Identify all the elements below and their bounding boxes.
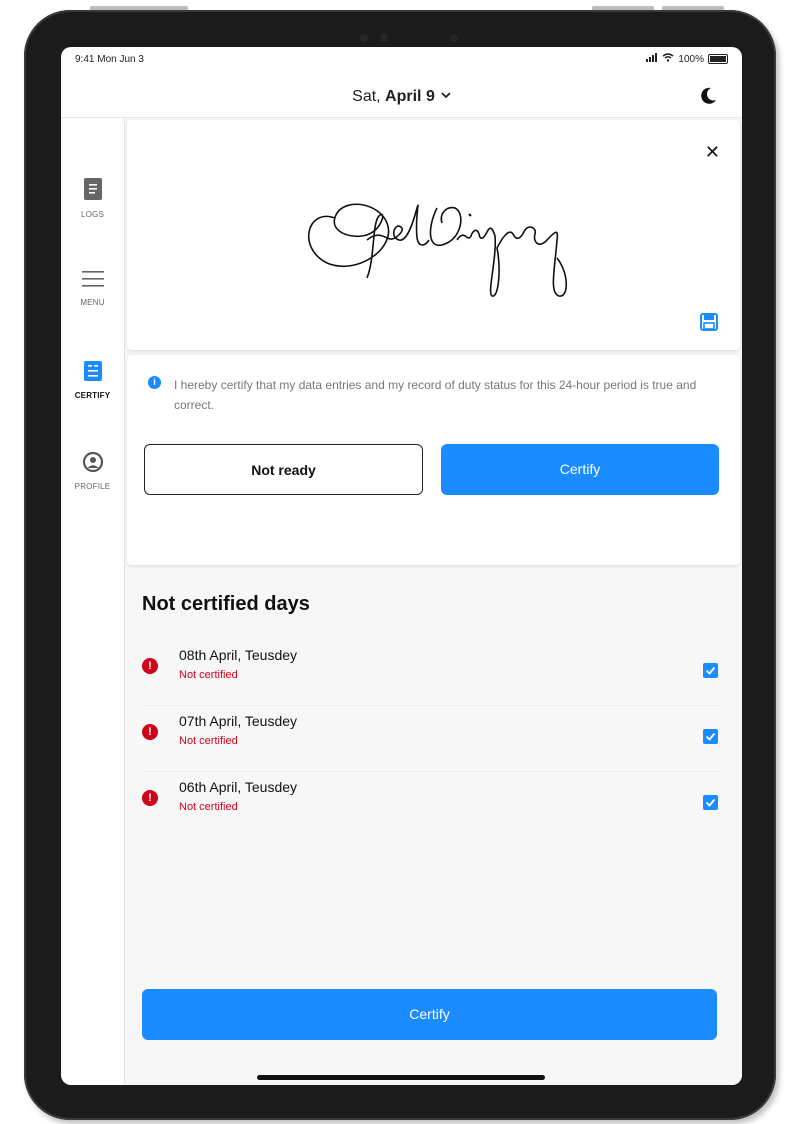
date-prefix: Sat,	[352, 88, 386, 105]
moon-icon[interactable]	[698, 86, 718, 106]
day-date: 06th April, Teusdey	[179, 779, 298, 795]
battery-icon	[708, 54, 728, 64]
day-status: Not certified	[179, 669, 238, 681]
signature-card: ✕	[127, 120, 740, 350]
profile-icon	[82, 451, 103, 473]
sidebar-item-label: MENU	[80, 298, 105, 307]
certify-button[interactable]: Certify	[441, 444, 719, 495]
date-selector[interactable]: Sat, April 9	[61, 88, 742, 106]
list-item[interactable]: ! 06th April, Teusdey Not certified	[142, 773, 720, 837]
sidebar-item-certify[interactable]: CERTIFY	[61, 361, 124, 400]
wifi-icon	[662, 53, 674, 65]
menu-icon	[81, 271, 104, 287]
header: Sat, April 9	[61, 77, 742, 118]
list-item[interactable]: ! 07th April, Teusdey Not certified	[142, 707, 720, 772]
date-main: April 9	[385, 88, 435, 105]
not-certified-title: Not certified days	[142, 593, 310, 615]
checkmark-icon	[705, 732, 716, 741]
alert-icon: !	[142, 658, 158, 674]
day-date: 08th April, Teusdey	[179, 647, 298, 663]
day-status: Not certified	[179, 801, 238, 813]
day-checkbox[interactable]	[703, 663, 718, 678]
list-item[interactable]: ! 08th April, Teusdey Not certified	[142, 641, 720, 706]
day-checkbox[interactable]	[703, 795, 718, 810]
camera-dot	[450, 34, 458, 42]
sidebar-item-menu[interactable]: MENU	[61, 270, 124, 307]
signature-image	[308, 203, 568, 297]
sidebar: LOGS MENU CERTIFY PROFILE	[61, 118, 125, 1085]
status-indicators: 100%	[646, 53, 728, 65]
home-indicator[interactable]	[257, 1075, 545, 1080]
sidebar-item-label: PROFILE	[74, 482, 111, 491]
camera-dot	[360, 34, 368, 42]
battery-percent: 100%	[678, 53, 704, 65]
screen: 9:41 Mon Jun 3 100% Sat, April 9 LOGS ME…	[61, 47, 742, 1085]
sidebar-item-profile[interactable]: PROFILE	[61, 451, 124, 491]
camera-dot	[380, 34, 388, 42]
checkmark-icon	[705, 666, 716, 675]
sidebar-item-label: LOGS	[80, 210, 105, 219]
signal-icon	[646, 53, 658, 65]
day-date: 07th April, Teusdey	[179, 713, 298, 729]
day-status: Not certified	[179, 735, 238, 747]
save-icon[interactable]	[700, 313, 718, 331]
certify-statement: I hereby certify that my data entries an…	[174, 378, 697, 412]
chevron-down-icon	[441, 90, 451, 102]
main-content: ✕ i I hereby certify that my data entrie…	[125, 118, 742, 1085]
certify-icon	[83, 361, 102, 381]
day-checkbox[interactable]	[703, 729, 718, 744]
alert-icon: !	[142, 724, 158, 740]
sidebar-item-label: CERTIFY	[74, 391, 111, 400]
logs-icon	[83, 178, 102, 200]
alert-icon: !	[142, 790, 158, 806]
bottom-certify-button[interactable]: Certify	[142, 989, 717, 1040]
certify-card: i I hereby certify that my data entries …	[127, 355, 740, 565]
not-ready-button[interactable]: Not ready	[144, 444, 423, 495]
close-icon[interactable]: ✕	[705, 142, 720, 163]
status-time: 9:41 Mon Jun 3	[75, 54, 144, 65]
checkmark-icon	[705, 798, 716, 807]
sidebar-item-logs[interactable]: LOGS	[61, 178, 124, 219]
info-icon: i	[148, 376, 161, 389]
